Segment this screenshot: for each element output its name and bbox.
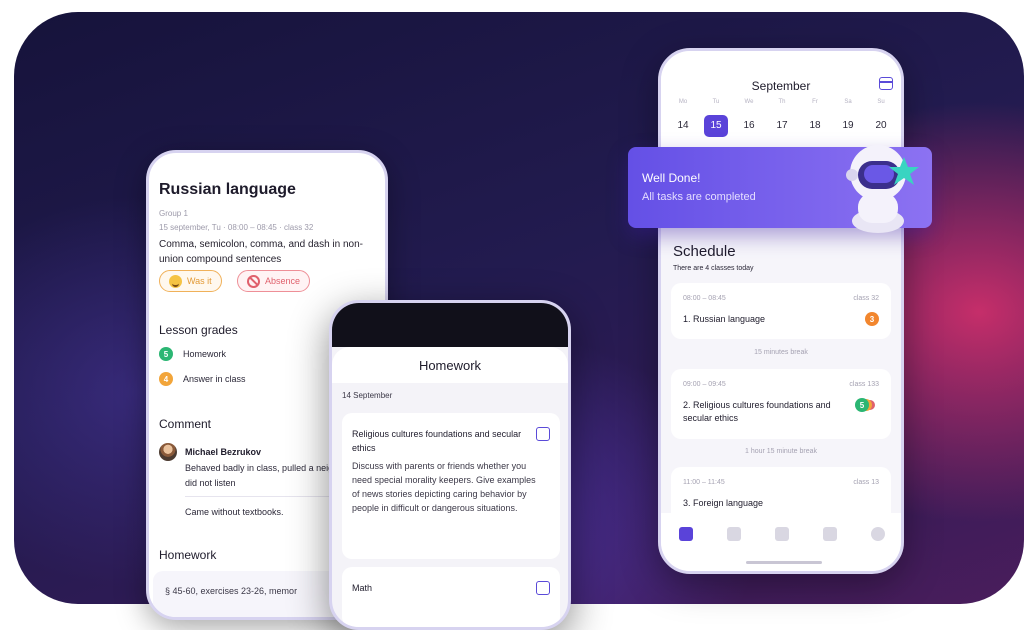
lesson-date: 15 september, Tu · 08:00 – 08:45 · class… xyxy=(159,223,314,232)
was-it-label: Was it xyxy=(187,276,212,286)
task-checkbox[interactable] xyxy=(536,427,550,441)
grade-label: Answer in class xyxy=(183,374,246,384)
stats-tab-icon[interactable] xyxy=(775,527,789,541)
homework-task-card[interactable]: Religious cultures foundations and secul… xyxy=(342,413,560,559)
lesson-title: Russian language xyxy=(159,181,296,198)
homework-heading: Homework xyxy=(159,548,217,562)
success-banner: Well Done! All tasks are completed xyxy=(628,145,932,233)
comment-author-name: Michael Bezrukov xyxy=(185,447,262,457)
break-label: 1 hour 15 minute break xyxy=(745,448,817,455)
homework-title: Homework xyxy=(332,347,568,383)
comment-author: Michael Bezrukov xyxy=(159,443,261,461)
lesson-name: 1. Russian language xyxy=(683,314,766,324)
grade-badge: 3 xyxy=(865,312,879,326)
lesson-room: class 13 xyxy=(853,479,879,486)
schedule-screen: September Mo Tu We Th Fr Sa Su 14 15 16 … xyxy=(658,48,904,574)
book-tab-icon[interactable] xyxy=(727,527,741,541)
calendar-tab-icon[interactable] xyxy=(679,527,693,541)
task-subject: Math xyxy=(352,583,373,593)
break-label: 15 minutes break xyxy=(754,349,808,356)
homework-task-card[interactable]: Math xyxy=(342,567,560,627)
grade-badge: 5 xyxy=(855,398,869,412)
calendar-day[interactable]: 14 xyxy=(671,115,695,137)
bottom-navigation xyxy=(661,513,901,571)
calendar-day[interactable]: 17 xyxy=(770,115,794,137)
schedule-title: Schedule xyxy=(673,243,736,260)
month-title: September xyxy=(751,79,811,93)
weekday-label: Mo xyxy=(678,99,688,105)
weekday-label: We xyxy=(744,99,754,105)
phone-notch xyxy=(332,303,568,347)
weekday-label: Fr xyxy=(812,99,818,105)
astronaut-illustration xyxy=(846,145,919,233)
task-checkbox[interactable] xyxy=(536,581,550,595)
weekday-label: Su xyxy=(877,99,885,105)
lesson-time: 08:00 – 08:45 xyxy=(683,295,726,302)
was-it-button[interactable]: Was it xyxy=(159,270,222,292)
absence-label: Absence xyxy=(265,276,301,286)
lesson-name: 2. Religious cultures foundations and se… xyxy=(683,400,831,423)
homework-preview: § 45-60, exercises 23-26, memor xyxy=(165,586,298,596)
calendar-icon[interactable] xyxy=(879,77,893,90)
calendar-day[interactable]: 16 xyxy=(737,115,761,137)
homework-screen: Homework 14 September Religious cultures… xyxy=(329,300,571,630)
weekday-label: Sa xyxy=(844,99,852,105)
absence-button[interactable]: Absence xyxy=(237,270,311,292)
homework-date: 14 September xyxy=(342,391,393,400)
grade-row: 5 Homework xyxy=(159,347,226,361)
calendar-day-selected[interactable]: 15 xyxy=(704,115,728,137)
lesson-topic: Comma, semicolon, comma, and dash in non… xyxy=(159,239,363,265)
avatar xyxy=(159,443,177,461)
banner-subtitle: All tasks are completed xyxy=(642,191,756,203)
smile-emoji-icon xyxy=(169,274,182,288)
lesson-time: 11:00 – 11:45 xyxy=(683,479,725,486)
calendar-day[interactable]: 20 xyxy=(869,115,893,137)
comment-heading: Comment xyxy=(159,417,212,431)
grades-tab-icon[interactable] xyxy=(823,527,837,541)
grade-badge: 4 xyxy=(159,372,173,386)
grade-label: Homework xyxy=(183,349,227,359)
grade-row: 4 Answer in class xyxy=(159,372,246,386)
prohibited-icon xyxy=(247,274,260,288)
calendar-day[interactable]: 19 xyxy=(836,115,860,137)
lesson-name: 3. Foreign language xyxy=(683,498,764,508)
lesson-time: 09:00 – 09:45 xyxy=(683,381,726,388)
banner-title: Well Done! xyxy=(642,171,701,185)
weekday-label: Tu xyxy=(712,99,720,105)
task-subject: Religious cultures foundations and secul… xyxy=(352,429,522,453)
lesson-group: Group 1 xyxy=(159,209,188,218)
task-description: Discuss with parents or friends whether … xyxy=(352,461,536,513)
lesson-room: class 32 xyxy=(853,295,879,302)
calendar-day[interactable]: 18 xyxy=(803,115,827,137)
schedule-subtitle: There are 4 classes today xyxy=(673,265,754,272)
grades-heading: Lesson grades xyxy=(159,323,238,337)
grade-badge: 5 xyxy=(159,347,173,361)
weekday-label: Th xyxy=(778,99,786,105)
profile-tab-icon[interactable] xyxy=(871,527,885,541)
lesson-card[interactable]: 08:00 – 08:45 class 32 1. Russian langua… xyxy=(671,283,891,339)
home-indicator xyxy=(746,561,822,564)
lesson-card[interactable]: 09:00 – 09:45 class 133 2. Religious cul… xyxy=(671,369,891,439)
lesson-room: class 133 xyxy=(849,381,879,388)
